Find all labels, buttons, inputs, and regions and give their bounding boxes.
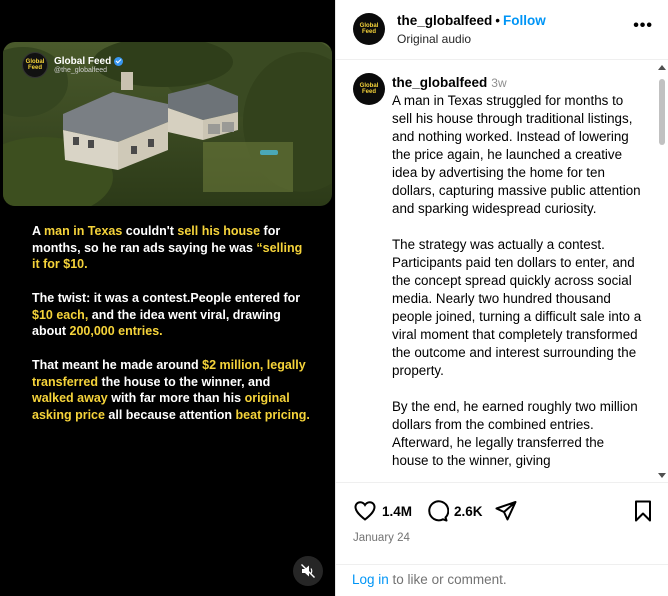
caption-body-paragraph-1: A man in Texas struggled for months to s… [392,93,641,216]
heart-icon [354,501,376,521]
post-header: Global Feed the_globalfeed • Follow Origin… [336,0,668,60]
login-prompt-text: to like or comment. [388,572,507,587]
caption-timestamp[interactable]: 3w [491,76,506,90]
comment-bubble-icon [428,500,449,522]
caption-highlight: walked away [32,391,108,405]
save-button[interactable] [632,499,654,523]
caption-text-segment: the house to the winner, and [98,374,271,389]
login-link[interactable]: Log in [352,572,389,587]
more-options-icon[interactable]: ••• [633,17,653,35]
instagram-post-modal: Global Feed Global Feed @the_globalfeed … [0,0,668,596]
comments-area[interactable]: Global Feed the_globalfeed 3w A man in Te… [336,61,668,482]
caption-avatar-logo-text: Global Feed [359,83,379,95]
comment-count: 2.6K [454,503,483,519]
comment-button[interactable]: 2.6K [425,499,483,523]
like-button[interactable]: 1.4M [353,499,412,523]
brand-name: Global Feed [54,56,124,67]
separator-dot: • [495,13,500,28]
avatar-logo-text: Global Feed [359,23,379,35]
global-feed-logo: Global Feed [22,52,48,78]
speaker-muted-icon [301,564,315,578]
username-link[interactable]: the_globalfeed [397,13,492,28]
brand-watermark: Global Feed Global Feed @the_globalfeed [22,52,124,78]
brand-name-text: Global Feed [54,56,112,67]
paper-plane-icon [495,501,517,521]
caption-highlight: 200,000 entries. [69,324,163,338]
bookmark-icon [635,500,651,522]
post-sidebar: Global Feed the_globalfeed • Follow Origin… [335,0,668,596]
mute-button[interactable] [293,556,323,586]
post-date[interactable]: January 24 [353,532,410,544]
caption-text: A man in Texas struggled for months to s… [392,92,642,482]
scroll-up-arrow-icon[interactable] [658,65,666,70]
action-bar: 1.4M 2.6K January 24 [336,482,668,564]
scroll-down-arrow-icon[interactable] [658,473,666,478]
caption-body-paragraph-3: By the end, he earned roughly two millio… [392,399,638,468]
audio-link[interactable]: Original audio [397,32,471,46]
caption-text-segment: The twist: it was a contest.People enter… [32,291,301,305]
caption-text-segment: couldn't [122,224,178,238]
scrollbar-thumb[interactable] [659,79,665,145]
verified-badge-icon [114,57,124,66]
caption-highlight: beat pricing. [235,407,310,422]
caption-avatar[interactable]: Global Feed [353,73,385,105]
caption-highlight: $10 each, [32,307,89,322]
caption-body-paragraph-2: The strategy was actually a contest. Par… [392,237,642,378]
brand-handle: @the_globalfeed [54,67,108,74]
comments-scrollbar[interactable] [656,61,668,482]
caption-text-segment: That meant he made around [32,358,203,372]
follow-button[interactable]: Follow [503,13,546,28]
share-button[interactable] [494,499,518,523]
caption-username[interactable]: the_globalfeed [392,75,487,90]
caption-text-segment: all because attention [104,407,236,422]
caption-highlight: man in Texas [44,224,123,238]
avatar[interactable]: Global Feed [353,13,385,45]
caption-header: the_globalfeed 3w [392,75,507,90]
caption-paragraph-1: A man in Texas couldn't sell his house f… [32,223,312,273]
like-count: 1.4M [382,503,413,519]
caption-highlight: sell his house [177,224,261,238]
header-user-line: the_globalfeed • Follow [397,13,546,28]
caption-paragraph-2: The twist: it was a contest.People enter… [32,290,312,340]
caption-text-segment: A [32,224,45,238]
caption-paragraph-3: That meant he made around $2 million, le… [32,357,312,423]
login-prompt: Log in to like or comment. [336,564,668,596]
caption-text-segment: with far more than his [107,391,245,405]
post-media[interactable]: Global Feed Global Feed @the_globalfeed … [0,0,335,596]
caption-highlight: $2 million, [202,358,264,372]
